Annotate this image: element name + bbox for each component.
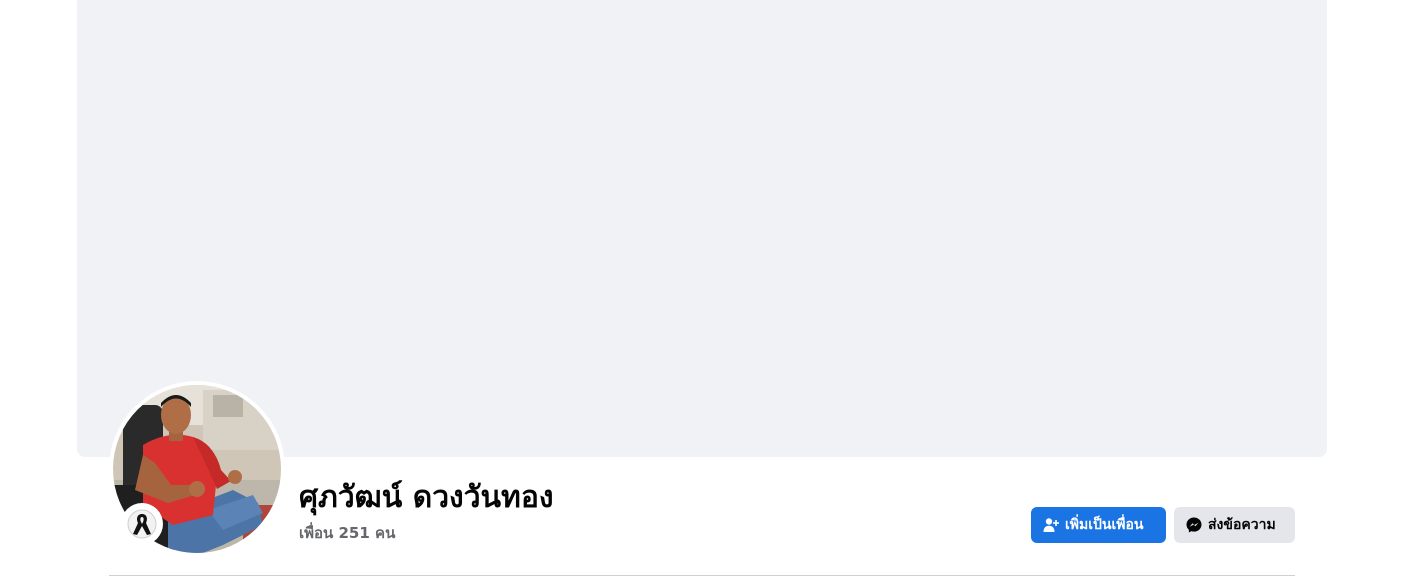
send-message-label: ส่งข้อความ [1208, 517, 1276, 533]
profile-header: ศุภวัฒน์ ดวงวันทอง เพื่อน 251 คน เพิ่มเป… [0, 0, 1401, 579]
mourning-ribbon-badge [121, 503, 163, 545]
mourning-ribbon-icon [127, 509, 157, 539]
add-friend-button[interactable]: เพิ่มเป็นเพื่อน [1031, 507, 1166, 543]
messenger-icon [1186, 517, 1202, 533]
header-divider [109, 575, 1295, 576]
send-message-button[interactable]: ส่งข้อความ [1174, 507, 1295, 543]
cover-photo-placeholder[interactable] [77, 0, 1327, 457]
add-friend-label: เพิ่มเป็นเพื่อน [1065, 517, 1144, 533]
profile-name: ศุภวัฒน์ ดวงวันทอง [299, 480, 554, 515]
person-plus-icon [1043, 517, 1059, 533]
friends-count-link[interactable]: เพื่อน 251 คน [299, 522, 395, 544]
